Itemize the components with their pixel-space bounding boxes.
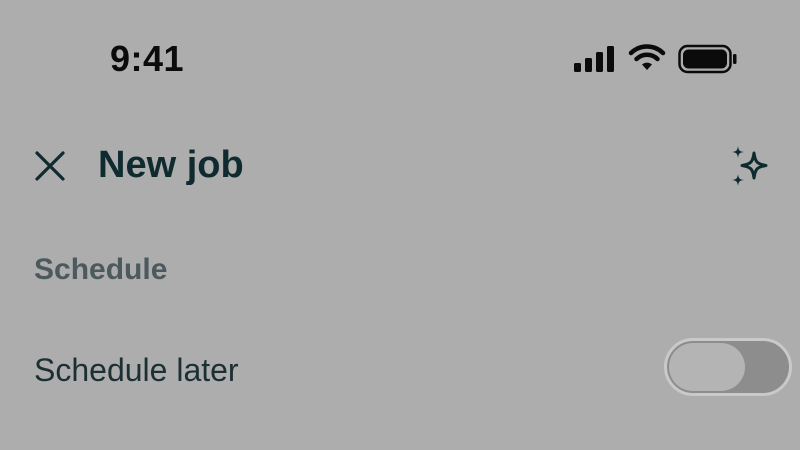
status-time: 9:41 (110, 38, 185, 79)
sparkle-icon (732, 146, 768, 186)
ai-assist-button[interactable] (726, 142, 776, 192)
status-bar: 9:41 (0, 0, 800, 120)
toggle-knob (669, 343, 745, 391)
close-button[interactable] (30, 146, 70, 186)
wifi-icon (628, 44, 666, 70)
close-icon (35, 151, 65, 181)
section-heading-schedule: Schedule (34, 253, 168, 286)
cellular-signal-icon (574, 46, 614, 72)
battery-icon (678, 44, 737, 74)
page-title: New job (98, 144, 244, 186)
schedule-later-label: Schedule later (34, 352, 239, 388)
schedule-later-row: Schedule later (0, 330, 800, 410)
schedule-later-toggle[interactable] (664, 338, 792, 396)
header: New job (0, 130, 800, 202)
